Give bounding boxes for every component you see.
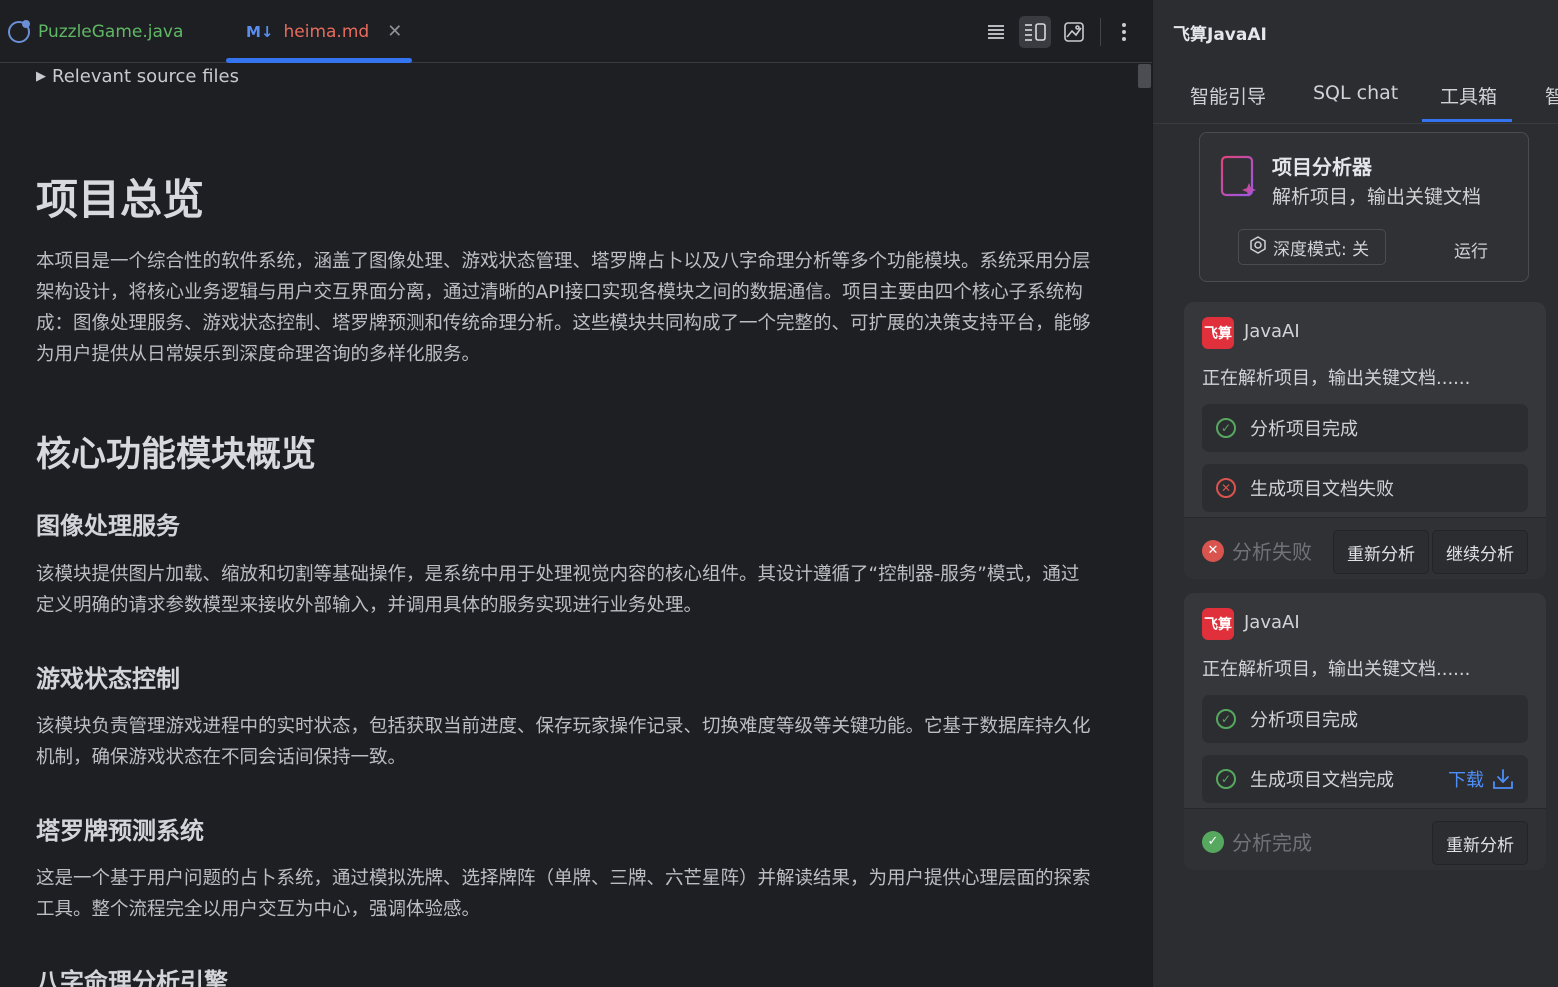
reanalyze-button[interactable]: 重新分析	[1333, 530, 1429, 574]
feisuan-logo: 飞算	[1202, 317, 1234, 349]
check-circle-icon: ✓	[1216, 709, 1236, 729]
step-label: 生成项目文档完成	[1250, 770, 1394, 791]
tab-heima-md[interactable]: M↓ heima.md ✕	[246, 0, 402, 63]
reanalyze-button[interactable]: 重新分析	[1432, 821, 1528, 865]
vertical-scrollbar[interactable]	[1138, 64, 1151, 88]
tab-toolbox[interactable]: 工具箱	[1440, 82, 1497, 109]
close-tab-icon[interactable]: ✕	[387, 21, 402, 42]
project-analyzer-card: 项目分析器 解析项目，输出关键文档 深度模式: 关 运行	[1199, 132, 1529, 282]
step-label: 分析项目完成	[1250, 419, 1358, 440]
javaai-panel: 飞算JavaAI 智能引导 SQL chat 工具箱 智 项目分析器 解析项目，…	[1152, 0, 1558, 987]
check-circle-icon: ✓	[1216, 769, 1236, 789]
step-label: 生成项目文档失败	[1250, 479, 1394, 500]
deep-mode-label: 深度模式: 关	[1273, 239, 1370, 260]
analysis-message: 飞算 JavaAI 正在解析项目，输出关键文档...... ✓ 分析项目完成 ✕…	[1184, 302, 1546, 579]
image-preview-icon	[1064, 22, 1084, 42]
step-label: 分析项目完成	[1250, 710, 1358, 731]
markdown-editor: PuzzleGame.java M↓ heima.md ✕ ▶ Relevant …	[0, 0, 1152, 987]
analysis-message: 飞算 JavaAI 正在解析项目，输出关键文档...... ✓ 分析项目完成 ✓…	[1184, 593, 1546, 870]
step-analyze-project: ✓ 分析项目完成	[1202, 695, 1528, 743]
heading-game-state: 游戏状态控制	[36, 665, 180, 693]
markdown-icon: M↓	[246, 22, 274, 41]
active-tab-indicator	[226, 58, 412, 63]
check-circle-icon: ✓	[1216, 418, 1236, 438]
download-icon	[1493, 769, 1513, 789]
tarot-paragraph: 这是一个基于用户问题的占卜系统，通过模拟洗牌、选择牌阵（单牌、三牌、六芒星阵）并…	[36, 868, 1091, 920]
tab-puzzlegame-java[interactable]: PuzzleGame.java	[8, 0, 183, 63]
feisuan-logo: 飞算	[1202, 608, 1234, 640]
status-badge: ✕ 分析失败	[1202, 536, 1312, 565]
preview-only-button[interactable]	[1058, 16, 1090, 48]
java-class-icon	[8, 19, 30, 43]
more-vertical-icon	[1122, 23, 1126, 41]
sender-name: JavaAI	[1244, 612, 1300, 633]
game-state-paragraph: 该模块负责管理游戏进程中的实时状态，包括获取当前进度、保存玩家操作记录、切换难度…	[36, 716, 1091, 768]
tab-overflow[interactable]: 智	[1545, 82, 1558, 109]
split-view-button[interactable]	[1019, 16, 1051, 48]
deep-mode-icon	[1249, 235, 1267, 259]
tab-sql-chat[interactable]: SQL chat	[1313, 82, 1398, 104]
heading-tarot: 塔罗牌预测系统	[36, 817, 204, 845]
deep-mode-toggle[interactable]: 深度模式: 关	[1238, 229, 1386, 265]
summary-label: Relevant source files	[52, 66, 240, 87]
message-footer: ✓ 分析完成 重新分析	[1184, 808, 1546, 870]
heading-project-overview: 项目总览	[36, 175, 205, 224]
status-label: 分析失败	[1232, 540, 1312, 564]
status-badge: ✓ 分析完成	[1202, 827, 1312, 856]
details-summary[interactable]: ▶ Relevant source files	[36, 66, 239, 87]
tool-description: 解析项目，输出关键文档	[1272, 186, 1482, 208]
step-generate-docs: ✓ 生成项目文档完成 下载	[1202, 755, 1528, 803]
error-filled-icon: ✕	[1202, 539, 1224, 562]
tab-label: PuzzleGame.java	[38, 21, 184, 42]
tool-name: 项目分析器	[1272, 155, 1372, 179]
run-button[interactable]: 运行	[1454, 237, 1488, 262]
editor-only-button[interactable]	[980, 16, 1012, 48]
image-processing-paragraph: 该模块提供图片加载、缩放和切割等基础操作，是系统中用于处理视觉内容的核心组件。其…	[36, 564, 1080, 616]
panel-title: 飞算JavaAI	[1173, 25, 1267, 45]
success-filled-icon: ✓	[1202, 830, 1224, 853]
disclosure-triangle-icon: ▶	[36, 69, 46, 84]
error-circle-icon: ✕	[1216, 478, 1236, 498]
step-analyze-project: ✓ 分析项目完成	[1202, 404, 1528, 452]
editor-tab-bar: PuzzleGame.java M↓ heima.md ✕	[0, 0, 1152, 63]
continue-analysis-button[interactable]: 继续分析	[1432, 530, 1528, 574]
message-text: 正在解析项目，输出关键文档......	[1202, 368, 1471, 389]
toolbar-divider	[1100, 18, 1101, 46]
more-options-button[interactable]	[1108, 16, 1140, 48]
panel-tabs: 智能引导 SQL chat 工具箱 智	[1153, 68, 1558, 124]
lines-icon	[988, 25, 1004, 39]
sender-name: JavaAI	[1244, 321, 1300, 342]
message-text: 正在解析项目，输出关键文档......	[1202, 659, 1471, 680]
tab-label: heima.md	[283, 21, 370, 42]
heading-bazi: 八字命理分析引擎	[36, 968, 228, 987]
heading-image-processing: 图像处理服务	[36, 512, 180, 540]
active-panel-tab-indicator	[1422, 119, 1512, 122]
message-footer: ✕ 分析失败 重新分析 继续分析	[1184, 517, 1546, 579]
heading-core-modules: 核心功能模块概览	[36, 435, 317, 475]
intro-paragraph: 本项目是一个综合性的软件系统，涵盖了图像处理、游戏状态管理、塔罗牌占卜以及八字命…	[36, 251, 1091, 365]
tab-smart-guide[interactable]: 智能引导	[1190, 82, 1266, 109]
download-label: 下载	[1448, 770, 1484, 791]
step-generate-docs: ✕ 生成项目文档失败	[1202, 464, 1528, 512]
status-label: 分析完成	[1232, 831, 1312, 855]
download-link[interactable]: 下载	[1448, 766, 1514, 792]
split-view-icon	[1025, 23, 1046, 41]
document-analyzer-icon	[1220, 155, 1256, 197]
